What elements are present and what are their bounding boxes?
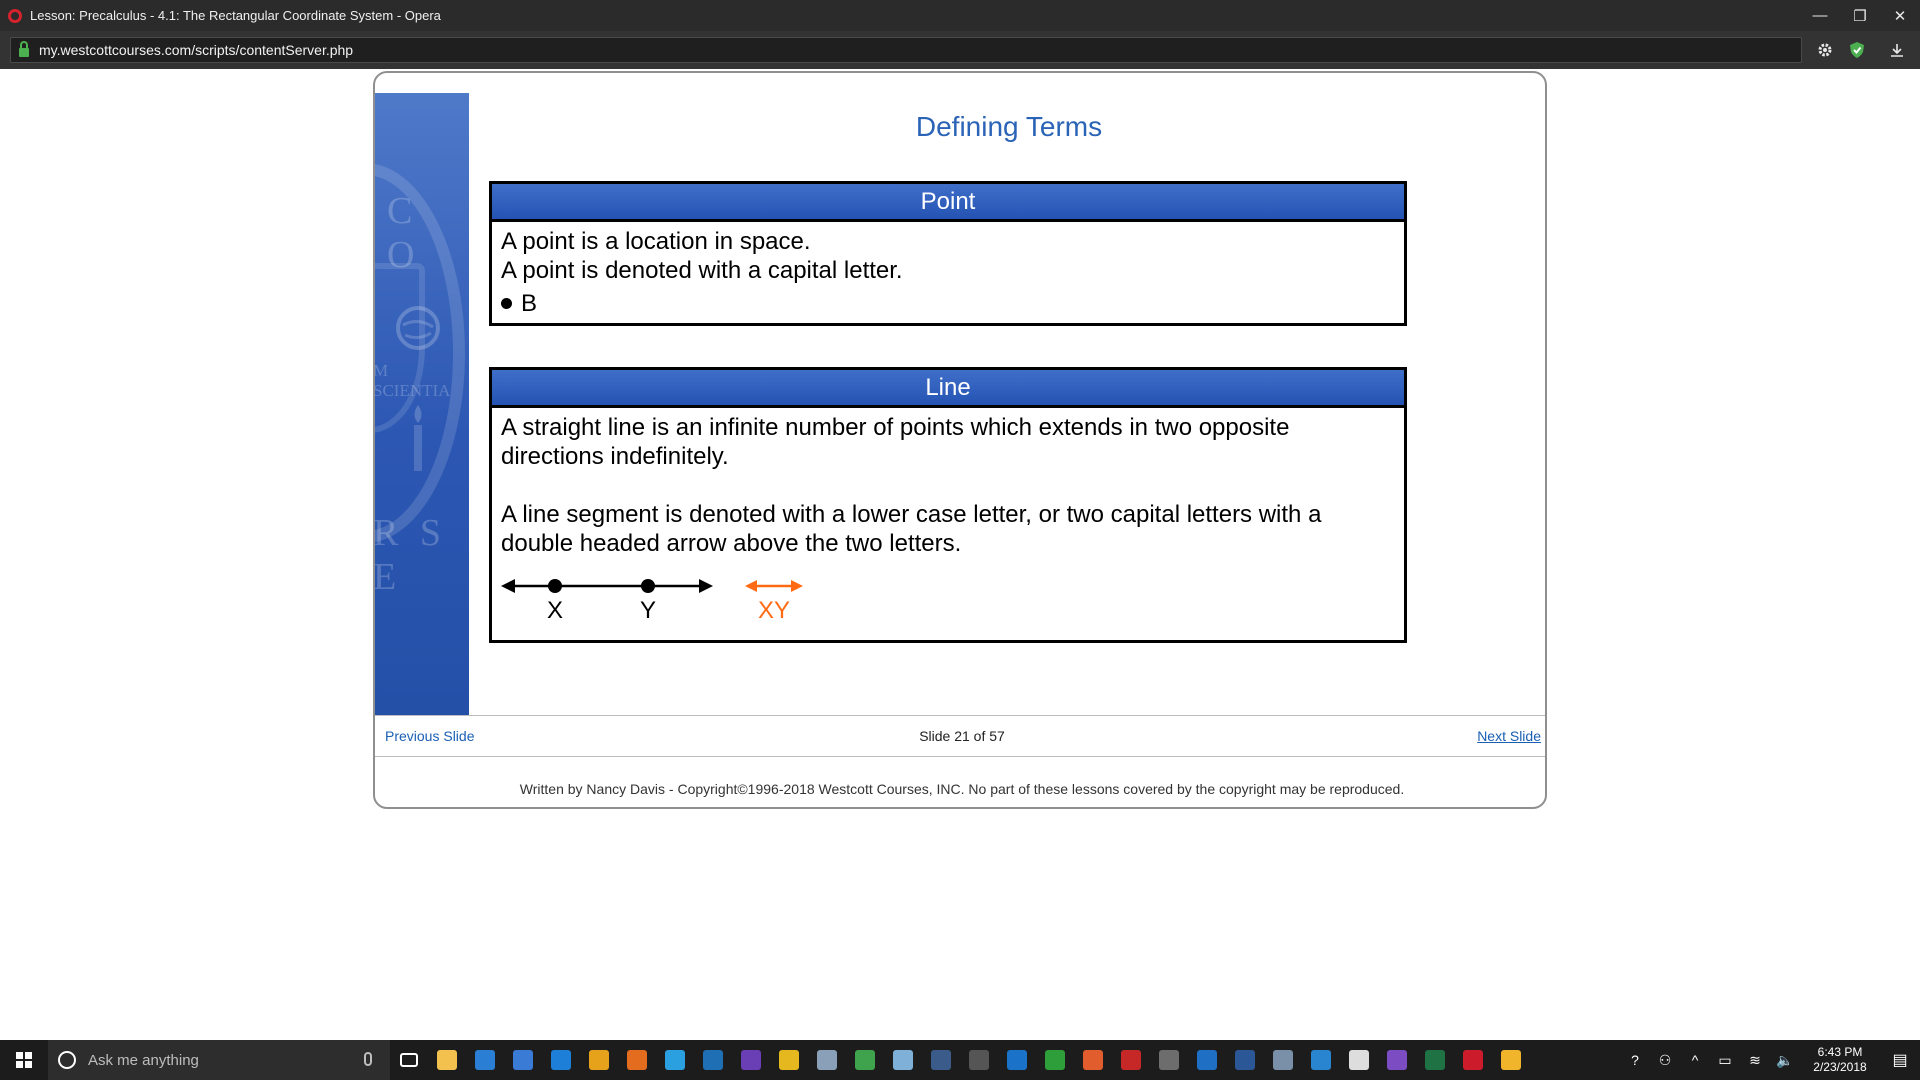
visual-studio-icon[interactable]: [1378, 1040, 1416, 1080]
lock-icon: [19, 40, 29, 57]
windows-logo-icon: [16, 1052, 32, 1068]
line-left-arrowhead: [501, 579, 515, 593]
edge-icon[interactable]: [542, 1040, 580, 1080]
microphone-icon[interactable]: [364, 1052, 372, 1066]
label-x: X: [547, 597, 564, 624]
slide-navigation: Previous Slide Slide 21 of 57 Next Slide: [375, 715, 1545, 757]
opera-logo-icon: [8, 8, 22, 23]
network-app-icon[interactable]: [1264, 1040, 1302, 1080]
next-slide-link[interactable]: Next Slide: [1477, 728, 1541, 744]
clock-time: 6:43 PM: [1817, 1045, 1863, 1059]
sidebar-seal-banner: C O M SCIENTIA R S E: [375, 93, 469, 715]
address-bar: my.westcottcourses.com/scripts/contentSe…: [0, 31, 1920, 69]
point-definition-line-1: A point is a location in space.: [501, 228, 811, 255]
teamviewer-icon[interactable]: [998, 1040, 1036, 1080]
point-card-body: A point is a location in space. A point …: [492, 222, 1404, 323]
task-view-icon[interactable]: [390, 1040, 428, 1080]
mail-icon[interactable]: [1340, 1040, 1378, 1080]
clock-date: 2/23/2018: [1813, 1060, 1867, 1074]
search-placeholder: Ask me anything: [88, 1051, 199, 1069]
store-icon[interactable]: [466, 1040, 504, 1080]
cortana-search-box[interactable]: Ask me anything: [48, 1040, 390, 1080]
kindle-icon[interactable]: [922, 1040, 960, 1080]
torch-icon: [414, 405, 422, 471]
restore-button[interactable]: ❐: [1840, 0, 1880, 31]
star-app-icon[interactable]: [770, 1040, 808, 1080]
seal-letters-top: C O: [387, 190, 423, 276]
close-button[interactable]: ✕: [1880, 0, 1920, 31]
powershell-icon[interactable]: [694, 1040, 732, 1080]
line-definition-paragraph-2: A line segment is denoted with a lower c…: [501, 501, 1322, 557]
window-title: Lesson: Precalculus - 4.1: The Rectangul…: [30, 8, 441, 23]
point-example: B: [501, 289, 1395, 318]
opera-icon[interactable]: [1454, 1040, 1492, 1080]
battery-icon[interactable]: ▭: [1710, 1052, 1740, 1069]
copyright-footer: Written by Nancy Davis - Copyright©1996-…: [519, 781, 1405, 797]
line-card-heading: Line: [492, 370, 1404, 408]
camtasia-icon[interactable]: [1036, 1040, 1074, 1080]
notation-left-arrowhead: [745, 580, 757, 592]
start-button[interactable]: [0, 1040, 48, 1080]
slide-counter: Slide 21 of 57: [919, 728, 1005, 744]
people-icon[interactable]: ⚇: [1650, 1052, 1680, 1069]
taskbar-app-list: [390, 1040, 1530, 1080]
firefox-icon[interactable]: [618, 1040, 656, 1080]
window-title-bar: Lesson: Precalculus - 4.1: The Rectangul…: [0, 0, 1920, 31]
puzzle-app-icon[interactable]: [1074, 1040, 1112, 1080]
volume-icon[interactable]: 🔈: [1770, 1052, 1800, 1069]
system-tray: ? ⚇ ^ ▭ ≋ 🔈 6:43 PM 2/23/2018 ▤: [1620, 1040, 1920, 1080]
remote-desktop-icon[interactable]: [1302, 1040, 1340, 1080]
settings-gear-icon[interactable]: [1815, 40, 1835, 60]
globe-icon: [396, 306, 440, 350]
filezilla-icon[interactable]: [1112, 1040, 1150, 1080]
excel-icon[interactable]: [1416, 1040, 1454, 1080]
point-y-dot: [641, 579, 655, 593]
outlook-icon[interactable]: [1188, 1040, 1226, 1080]
label-y: Y: [640, 597, 657, 624]
point-card-heading: Point: [492, 184, 1404, 222]
point-x-dot: [548, 579, 562, 593]
point-dot-icon: [501, 298, 512, 309]
calculator-icon[interactable]: [960, 1040, 998, 1080]
point-definition-line-2: A point is denoted with a capital letter…: [501, 257, 903, 284]
dp-icon[interactable]: [732, 1040, 770, 1080]
notation-right-arrowhead: [791, 580, 803, 592]
word-icon[interactable]: [1226, 1040, 1264, 1080]
lesson-frame: C O M SCIENTIA R S E Defining Terms Poin…: [373, 71, 1547, 809]
xmind-icon[interactable]: [504, 1040, 542, 1080]
chrome-icon[interactable]: [580, 1040, 618, 1080]
point-definition-card: Point A point is a location in space. A …: [489, 181, 1407, 326]
slide-title: Defining Terms: [915, 111, 1103, 142]
url-text: my.westcottcourses.com/scripts/contentSe…: [39, 42, 354, 58]
seal-letters-bottom: R S E: [375, 512, 447, 598]
line-definition-card: Line A straight line is an infinite numb…: [489, 367, 1407, 643]
help-icon[interactable]: ?: [1620, 1052, 1650, 1068]
presentation-icon[interactable]: [1492, 1040, 1530, 1080]
notes-icon[interactable]: [884, 1040, 922, 1080]
url-field[interactable]: my.westcottcourses.com/scripts/contentSe…: [10, 37, 1802, 63]
minimize-button[interactable]: —: [1800, 0, 1840, 31]
wifi-icon[interactable]: ≋: [1740, 1052, 1770, 1069]
point-example-label: B: [521, 290, 538, 317]
label-xy: XY: [758, 597, 791, 624]
sublime-icon[interactable]: [1150, 1040, 1188, 1080]
paint-icon[interactable]: [808, 1040, 846, 1080]
line-diagram: X Y XY: [501, 572, 1395, 642]
seal-motto: M SCIENTIA: [375, 361, 451, 400]
download-icon[interactable]: [1887, 40, 1907, 60]
adblock-shield-icon[interactable]: [1847, 40, 1867, 60]
file-explorer-icon[interactable]: [428, 1040, 466, 1080]
edge-beta-icon[interactable]: [656, 1040, 694, 1080]
line-right-arrowhead: [699, 579, 713, 593]
cortana-icon: [58, 1051, 76, 1069]
show-hidden-icons-chevron-icon[interactable]: ^: [1680, 1052, 1710, 1068]
line-definition-paragraph-1: A straight line is an infinite number of…: [501, 414, 1290, 470]
taskbar-clock[interactable]: 6:43 PM 2/23/2018: [1800, 1045, 1880, 1075]
line-card-body: A straight line is an infinite number of…: [492, 408, 1404, 647]
windows-taskbar: Ask me anything ? ⚇ ^ ▭ ≋ 🔈 6:43 PM 2/23…: [0, 1040, 1920, 1080]
lambda-icon[interactable]: [846, 1040, 884, 1080]
action-center-icon[interactable]: ▤: [1880, 1050, 1920, 1070]
